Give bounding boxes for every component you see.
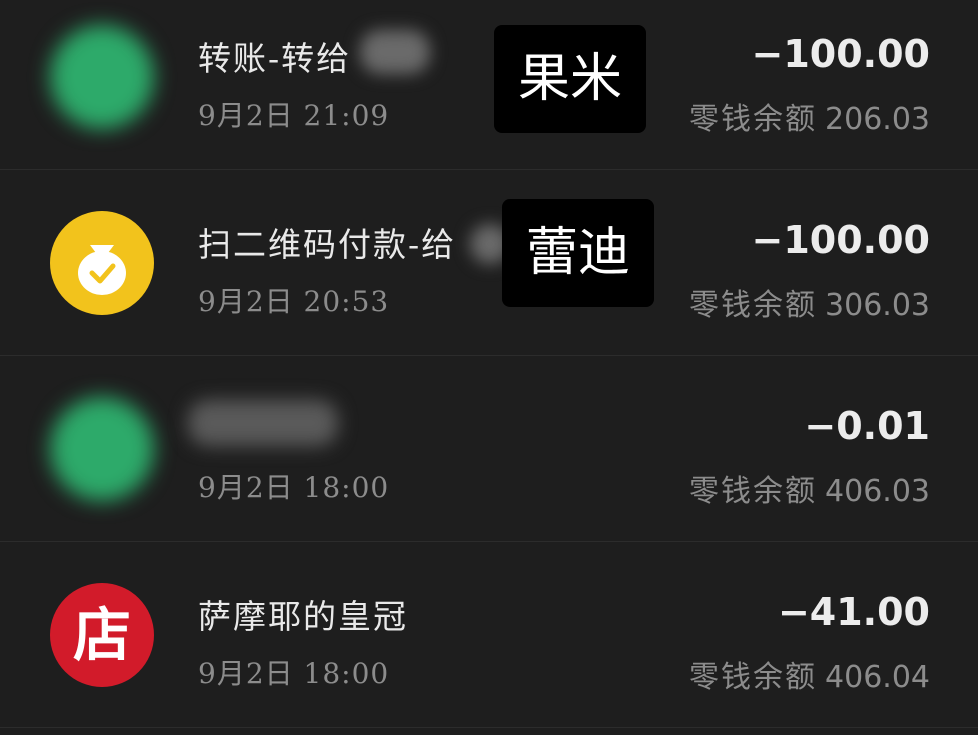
- transaction-amount: −41.00: [777, 590, 930, 634]
- transaction-amount: −100.00: [751, 218, 930, 262]
- balance-line: 零钱余额 406.04: [689, 652, 930, 696]
- balance-label: 零钱余额: [689, 660, 818, 695]
- balance-value: 406.04: [825, 660, 930, 695]
- balance-line: 零钱余额 406.03: [689, 466, 930, 510]
- divider: [0, 727, 978, 728]
- balance-label: 零钱余额: [689, 102, 818, 137]
- transaction-title: 萨摩耶的皇冠: [198, 597, 408, 636]
- money-bag-icon: [50, 211, 154, 315]
- balance-line: 零钱余额 306.03: [689, 280, 930, 324]
- transaction-row[interactable]: 转账-转给 果米 9月2日 21:09 −100.00 零钱余额 206.03: [0, 0, 978, 170]
- redacted-title: [188, 400, 338, 446]
- transfer-icon: [50, 25, 154, 129]
- transaction-row[interactable]: 9月2日 18:00 −0.01 零钱余额 406.03: [0, 356, 978, 542]
- transaction-row[interactable]: 店 萨摩耶的皇冠 9月2日 18:00 −41.00 零钱余额 406.04: [0, 542, 978, 728]
- balance-label: 零钱余额: [689, 474, 818, 509]
- balance-value: 406.03: [825, 474, 930, 509]
- redaction-label: 蕾迪: [502, 199, 654, 307]
- transaction-title: 转账-转给: [198, 39, 352, 78]
- balance-line: 零钱余额 206.03: [689, 94, 930, 138]
- transaction-list: 转账-转给 果米 9月2日 21:09 −100.00 零钱余额 206.03 扫…: [0, 0, 978, 735]
- store-icon: 店: [50, 583, 154, 687]
- transaction-time: 9月2日 21:09: [198, 99, 390, 132]
- redaction-blur: [360, 30, 430, 74]
- payment-icon: [50, 397, 154, 501]
- balance-value: 306.03: [825, 288, 930, 323]
- transaction-amount: −0.01: [804, 404, 930, 448]
- balance-value: 206.03: [825, 102, 930, 137]
- store-icon-glyph: 店: [72, 601, 131, 669]
- transaction-time: 9月2日 20:53: [198, 285, 390, 318]
- redaction-label: 果米: [494, 25, 646, 133]
- transaction-amount: −100.00: [751, 32, 930, 76]
- transaction-time: 9月2日 18:00: [198, 657, 390, 690]
- transaction-time: 9月2日 18:00: [198, 471, 390, 504]
- transaction-title: 扫二维码付款-给: [198, 225, 457, 264]
- transaction-row[interactable]: 扫二维码付款-给 蕾迪 9月2日 20:53 −100.00 零钱余额 306.0…: [0, 170, 978, 356]
- balance-label: 零钱余额: [689, 288, 818, 323]
